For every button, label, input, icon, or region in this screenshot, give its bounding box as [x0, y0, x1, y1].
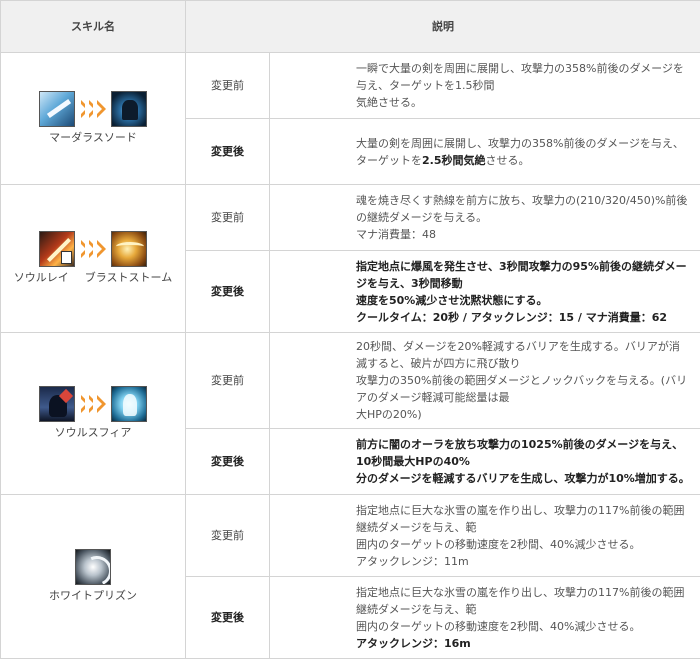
before-label: 変更前 [186, 185, 270, 251]
skill-name: マーダラスソード [1, 129, 185, 146]
before-description: 魂を焼き尽くす熱線を前方に放ち、攻撃力の(210/320/450)%前後の継続ダ… [270, 185, 700, 251]
skill-name: ホワイトプリズン [1, 587, 185, 604]
soul-sphere-old-icon [39, 386, 75, 422]
after-description: 指定地点に爆風を発生させ、3秒間攻撃力の95%前後の継続ダメージを与え、3秒間移… [270, 251, 700, 333]
white-prison-icon [75, 549, 111, 585]
header-skill-name: スキル名 [1, 1, 186, 53]
soul-ray-icon [39, 231, 75, 267]
table-row: ソウルレイ ブラストストーム 変更前 魂を焼き尽くす熱線を前方に放ち、攻撃力の(… [1, 185, 700, 251]
before-description: 一瞬で大量の剣を周囲に展開し、攻撃力の358%前後のダメージを与え、ターゲットを… [270, 53, 700, 119]
dark-warrior-icon [111, 91, 147, 127]
table-row: ホワイトプリズン 変更前 指定地点に巨大な氷雪の嵐を作り出し、攻撃力の117%前… [1, 495, 700, 577]
header-description: 説明 [186, 1, 700, 53]
before-description: 指定地点に巨大な氷雪の嵐を作り出し、攻撃力の117%前後の範囲継続ダメージを与え… [270, 495, 700, 577]
after-label: 変更後 [186, 429, 270, 495]
arrow-icon [81, 240, 105, 258]
table-row: マーダラスソード 変更前 一瞬で大量の剣を周囲に展開し、攻撃力の358%前後のダ… [1, 53, 700, 119]
after-label: 変更後 [186, 577, 270, 659]
table-row: ソウルスフィア 変更前 20秒間、ダメージを20%軽減するバリアを生成する。バリ… [1, 333, 700, 429]
after-description: 指定地点に巨大な氷雪の嵐を作り出し、攻撃力の117%前後の範囲継続ダメージを与え… [270, 577, 700, 659]
before-description: 20秒間、ダメージを20%軽減するバリアを生成する。バリアが消滅すると、破片が四… [270, 333, 700, 429]
before-label: 変更前 [186, 495, 270, 577]
blast-storm-icon [111, 231, 147, 267]
before-label: 変更前 [186, 53, 270, 119]
sword-icon [39, 91, 75, 127]
skill-name: ソウルスフィア [1, 424, 185, 441]
table-header-row: スキル名 説明 [1, 1, 700, 53]
soul-sphere-new-icon [111, 386, 147, 422]
skill-cell: ソウルレイ ブラストストーム [1, 185, 186, 333]
after-label: 変更後 [186, 251, 270, 333]
skill-name: ブラストストーム [85, 269, 172, 286]
before-label: 変更前 [186, 333, 270, 429]
skill-cell: ソウルスフィア [1, 333, 186, 495]
skill-change-table: スキル名 説明 マーダラスソード 変更前 一瞬で大量の剣を周囲に展開し、攻撃力の… [0, 0, 700, 659]
skill-name: ソウルレイ [14, 269, 69, 286]
after-description: 大量の剣を周囲に展開し、攻撃力の358%前後のダメージを与え、ターゲットを2.5… [270, 119, 700, 185]
arrow-icon [81, 395, 105, 413]
after-label: 変更後 [186, 119, 270, 185]
skill-cell: マーダラスソード [1, 53, 186, 185]
after-description: 前方に闇のオーラを放ち攻撃力の1025%前後のダメージを与え、10秒間最大HPの… [270, 429, 700, 495]
arrow-icon [81, 100, 105, 118]
skill-cell: ホワイトプリズン [1, 495, 186, 659]
